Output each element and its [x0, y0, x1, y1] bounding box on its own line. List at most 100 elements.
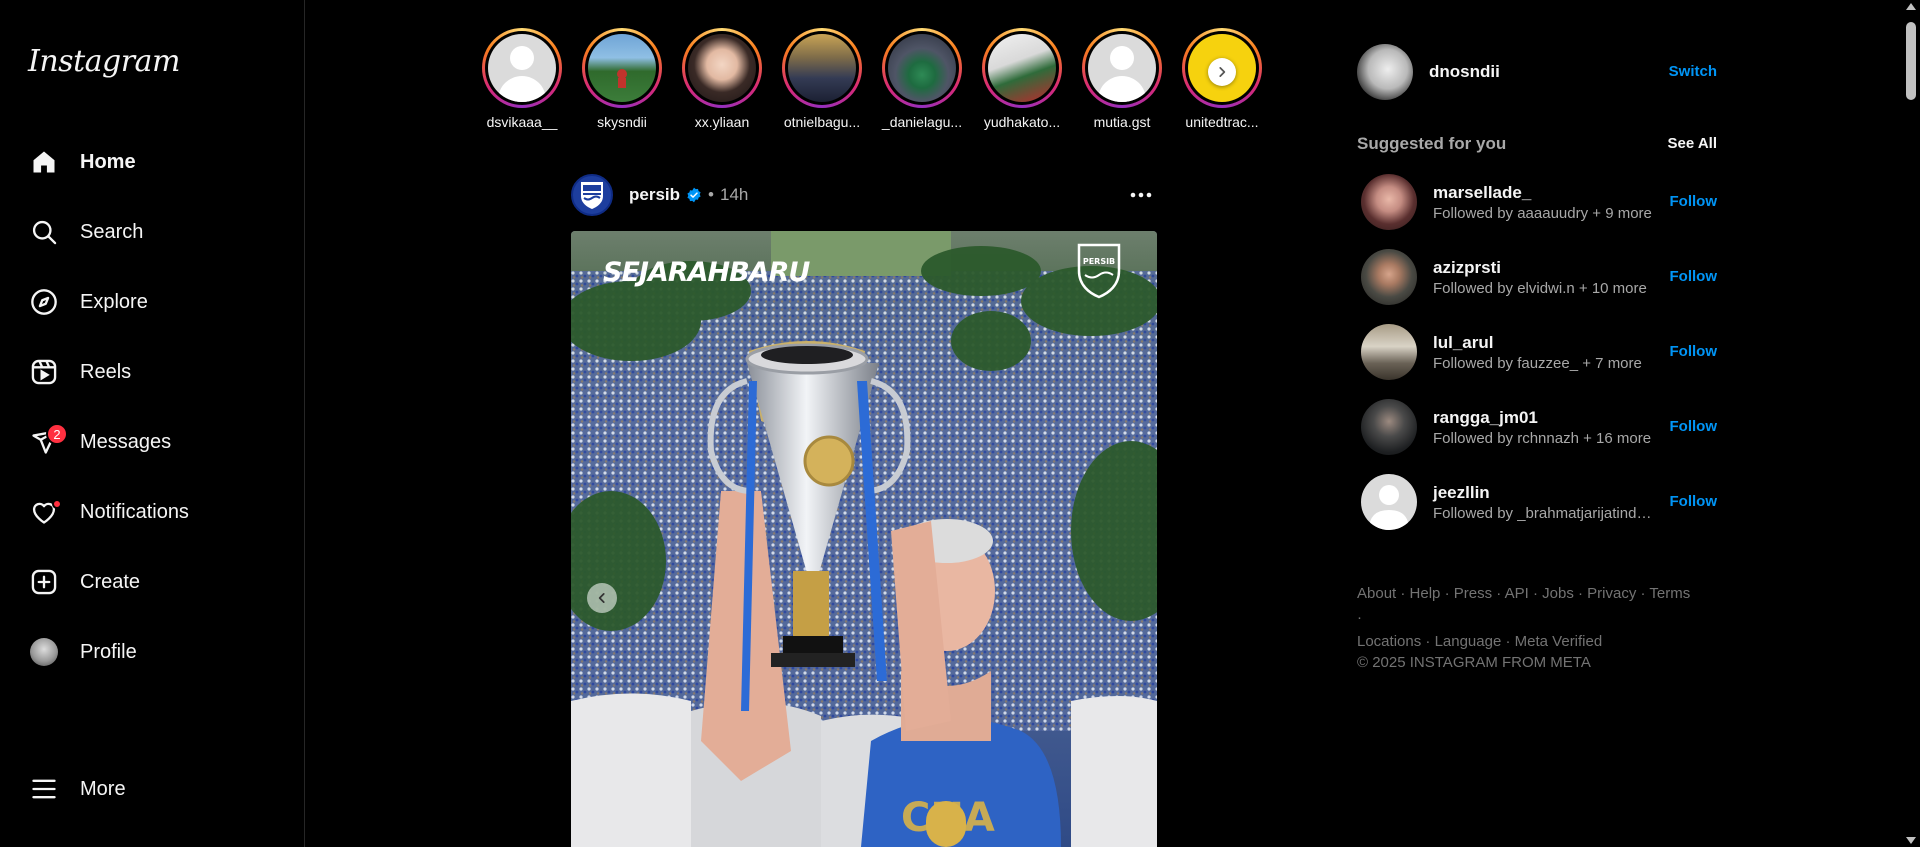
- follow-button[interactable]: Follow: [1670, 343, 1718, 360]
- stories-next-button[interactable]: [1208, 58, 1236, 86]
- story-username: xx.yliaan: [694, 114, 750, 130]
- suggestion-row: marsellade_ Followed by aaaauudry + 9 mo…: [1361, 174, 1717, 230]
- story-avatar: [988, 34, 1056, 102]
- suggestion-username[interactable]: rangga_jm01: [1433, 408, 1653, 428]
- current-user-name[interactable]: dnosndii: [1429, 62, 1500, 82]
- story-avatar: [588, 34, 656, 102]
- footer-link-press[interactable]: Press: [1454, 585, 1492, 602]
- suggestion-avatar[interactable]: [1361, 174, 1417, 230]
- suggestion-subtitle: Followed by aaaauudry + 9 more: [1433, 204, 1652, 222]
- post-username[interactable]: persib: [629, 185, 680, 205]
- follow-button[interactable]: Follow: [1670, 193, 1718, 210]
- story-username: unitedtrac...: [1185, 114, 1259, 130]
- verified-badge-icon: [687, 187, 701, 203]
- story-item[interactable]: skysndii: [574, 28, 670, 130]
- scroll-down-arrow-icon[interactable]: [1906, 837, 1916, 844]
- nav-messages[interactable]: 2 Messages: [16, 416, 288, 468]
- nav-explore[interactable]: Explore: [16, 276, 288, 328]
- carousel-prev-button[interactable]: [587, 583, 617, 613]
- story-username: skysndii: [597, 114, 647, 130]
- story-avatar: [688, 34, 756, 102]
- story-avatar: [488, 34, 556, 102]
- suggestion-row: rangga_jm01 Followed by rchnnazh + 16 mo…: [1361, 399, 1717, 455]
- story-ring: [482, 28, 562, 108]
- messages-badge: 2: [46, 423, 68, 445]
- follow-button[interactable]: Follow: [1670, 418, 1718, 435]
- story-item[interactable]: otnielbagu...: [774, 28, 870, 130]
- nav-messages-label: Messages: [80, 430, 172, 453]
- post-time-separator: •: [708, 185, 714, 204]
- nav-profile[interactable]: Profile: [16, 626, 288, 678]
- post-image-caption: SEJARAHBARU: [603, 257, 810, 288]
- home-icon: [16, 136, 72, 188]
- post-options-button[interactable]: [1125, 182, 1157, 208]
- suggestion-username[interactable]: marsellade_: [1433, 183, 1653, 203]
- story-item[interactable]: dsvikaaa__: [474, 28, 570, 130]
- footer-link-meta-verified[interactable]: Meta Verified: [1515, 633, 1603, 650]
- page-scrollbar[interactable]: [1902, 0, 1920, 847]
- suggestion-subtitle: Followed by elvidwi.n + 10 more: [1433, 279, 1647, 297]
- nav-more[interactable]: More: [16, 763, 288, 815]
- post-media[interactable]: PERSIB CHA SEJARAHBARU: [571, 231, 1157, 847]
- persib-crest-icon: [581, 182, 603, 209]
- story-item[interactable]: _danielagu...: [874, 28, 970, 130]
- scrollbar-thumb[interactable]: [1906, 22, 1916, 100]
- story-username: _danielagu...: [881, 114, 963, 130]
- nav-home[interactable]: Home: [16, 136, 288, 188]
- suggestion-username[interactable]: jeezllin: [1433, 483, 1653, 503]
- footer-link-jobs[interactable]: Jobs: [1542, 585, 1574, 602]
- instagram-logo[interactable]: Instagram: [28, 44, 180, 79]
- footer-link-privacy[interactable]: Privacy: [1587, 585, 1636, 602]
- nav-profile-label: Profile: [80, 640, 137, 663]
- suggestion-avatar[interactable]: [1361, 249, 1417, 305]
- follow-button[interactable]: Follow: [1670, 493, 1718, 510]
- copyright: © 2025 INSTAGRAM FROM META: [1357, 654, 1591, 671]
- follow-button[interactable]: Follow: [1670, 268, 1718, 285]
- footer-link-terms[interactable]: Terms: [1649, 585, 1690, 602]
- svg-text:PERSIB: PERSIB: [1083, 257, 1115, 266]
- post-timestamp: 14h: [719, 185, 749, 204]
- chevron-right-icon: [1219, 67, 1226, 77]
- story-avatar: [888, 34, 956, 102]
- suggestion-avatar[interactable]: [1361, 474, 1417, 530]
- post-author-avatar[interactable]: [571, 174, 613, 216]
- nav-create[interactable]: Create: [16, 556, 288, 608]
- footer-link-about[interactable]: About: [1357, 585, 1396, 602]
- suggestion-avatar[interactable]: [1361, 399, 1417, 455]
- see-all-link[interactable]: See All: [1668, 135, 1717, 152]
- compass-icon: [16, 276, 72, 328]
- story-username: yudhakato...: [983, 114, 1061, 130]
- nav-search-label: Search: [80, 220, 144, 243]
- suggested-title: Suggested for you: [1357, 134, 1507, 153]
- sidebar: Instagram Home Search Explore Reels 2 Me…: [0, 0, 305, 847]
- story-avatar: [1088, 34, 1156, 102]
- nav-home-label: Home: [80, 150, 136, 173]
- default-avatar-icon: [1369, 485, 1409, 530]
- footer-link-help[interactable]: Help: [1410, 585, 1441, 602]
- plus-square-icon: [16, 556, 72, 608]
- suggestion-username[interactable]: lul_arul: [1433, 333, 1653, 353]
- footer-link-api[interactable]: API: [1505, 585, 1529, 602]
- nav-reels-label: Reels: [80, 360, 132, 383]
- nav-notifications[interactable]: Notifications: [16, 486, 288, 538]
- suggestion-row: azizprsti Followed by elvidwi.n + 10 mor…: [1361, 249, 1717, 305]
- story-item[interactable]: mutia.gst: [1074, 28, 1170, 130]
- more-horizontal-icon: [1130, 192, 1152, 198]
- chevron-left-icon: [598, 593, 605, 603]
- scroll-up-arrow-icon[interactable]: [1906, 3, 1916, 10]
- current-user-avatar[interactable]: [1357, 44, 1413, 100]
- switch-account-button[interactable]: Switch: [1669, 63, 1717, 80]
- nav-notifications-label: Notifications: [80, 500, 189, 523]
- suggestion-username[interactable]: azizprsti: [1433, 258, 1653, 278]
- footer-links: About · Help · Press · API · Jobs · Priv…: [1357, 585, 1691, 650]
- story-item[interactable]: xx.yliaan: [674, 28, 770, 130]
- svg-text:CHA: CHA: [901, 795, 995, 841]
- nav-reels[interactable]: Reels: [16, 346, 288, 398]
- footer-link-locations[interactable]: Locations: [1357, 633, 1421, 650]
- suggestion-avatar[interactable]: [1361, 324, 1417, 380]
- story-item[interactable]: yudhakato...: [974, 28, 1070, 130]
- suggestion-row: jeezllin Followed by _brahmatjarijatindr…: [1361, 474, 1717, 530]
- nav-search[interactable]: Search: [16, 206, 288, 258]
- footer-link-language[interactable]: Language: [1435, 633, 1502, 650]
- post-photo: PERSIB CHA: [571, 231, 1157, 847]
